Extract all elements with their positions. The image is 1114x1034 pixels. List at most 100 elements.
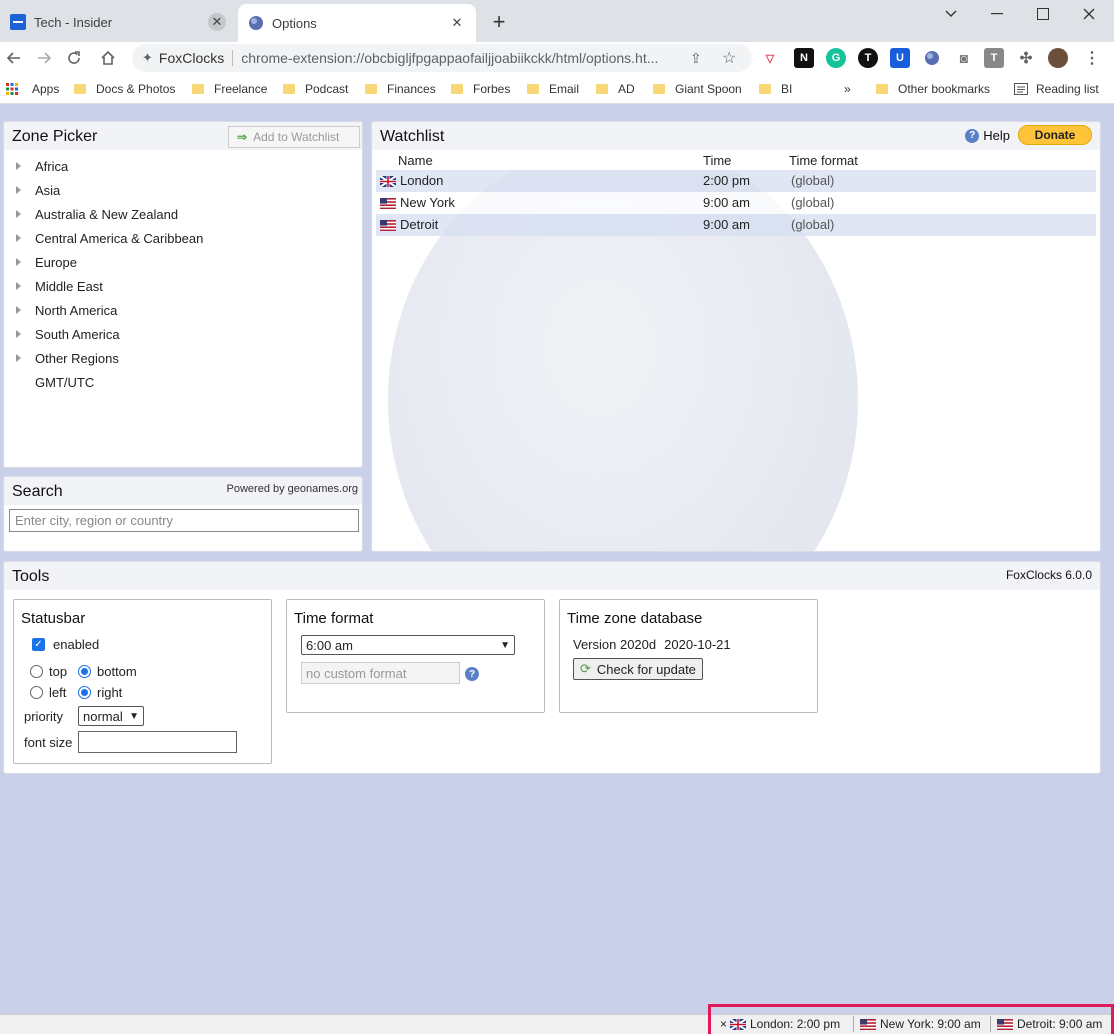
region-item[interactable]: Asia (16, 178, 203, 202)
position-top-radio[interactable]: top (30, 664, 67, 679)
bookmark-folder-freelance[interactable]: Freelance (192, 80, 267, 98)
folder-icon (283, 84, 295, 94)
region-item[interactable]: Africa (16, 154, 203, 178)
bookmark-apps[interactable]: Apps (6, 80, 59, 98)
watchlist-row[interactable]: London 2:00 pm (global) (376, 170, 1096, 192)
radio-button[interactable] (30, 686, 43, 699)
bookmark-star-icon[interactable]: ☆ (722, 48, 736, 68)
address-bar[interactable]: ✦ FoxClocks chrome-extension://obcbigljf… (132, 44, 752, 72)
bookmarks-overflow-icon[interactable]: » (844, 80, 851, 98)
font-size-input[interactable] (78, 731, 237, 753)
position-bottom-radio[interactable]: bottom (78, 664, 137, 679)
us-flag-icon (860, 1018, 876, 1030)
notion-icon[interactable]: N (794, 48, 814, 68)
forward-icon[interactable] (32, 46, 56, 70)
t-extension-icon[interactable]: T (858, 48, 878, 68)
help-link[interactable]: ? Help (965, 128, 1010, 143)
statusbar-clock-detroit[interactable]: Detroit: 9:00 am (997, 1016, 1102, 1032)
bookmark-folder-docs[interactable]: Docs & Photos (74, 80, 175, 98)
profile-avatar[interactable] (1048, 48, 1068, 68)
bookmark-folder-email[interactable]: Email (527, 80, 579, 98)
expand-arrow-icon[interactable] (16, 234, 21, 242)
expand-arrow-icon[interactable] (16, 282, 21, 290)
statusbar-close-icon[interactable]: × (720, 1016, 727, 1032)
tz-database-settings: Time zone database Version 2020d 2020-10… (559, 599, 818, 713)
bookmark-folder-podcast[interactable]: Podcast (283, 80, 348, 98)
maximize-icon[interactable] (1020, 0, 1066, 28)
tab-options[interactable]: Options ✕ (238, 4, 476, 42)
pocket-icon[interactable]: ▽ (760, 48, 780, 68)
folder-icon (653, 84, 665, 94)
refresh-icon: ⟳ (580, 661, 591, 676)
bookmark-folder-ad[interactable]: AD (596, 80, 635, 98)
url-text: chrome-extension://obcbigljfpgappaofailj… (241, 50, 659, 66)
radio-button-selected[interactable] (78, 665, 91, 678)
statusbar-clock-london[interactable]: London: 2:00 pm (730, 1016, 840, 1032)
foxclocks-icon[interactable] (922, 48, 942, 68)
column-header-name[interactable]: Name (398, 153, 433, 168)
custom-format-input[interactable]: no custom format (301, 662, 460, 684)
enabled-checkbox[interactable]: ✓ enabled (32, 637, 99, 652)
region-item[interactable]: Other Regions (16, 346, 203, 370)
checkmark-icon[interactable]: ✓ (32, 638, 45, 651)
region-item[interactable]: South America (16, 322, 203, 346)
time-format-select[interactable]: 6:00 am ▼ (301, 635, 515, 655)
close-window-icon[interactable] (1066, 0, 1112, 28)
region-item[interactable]: Europe (16, 250, 203, 274)
back-icon[interactable] (2, 46, 26, 70)
expand-arrow-icon[interactable] (16, 210, 21, 218)
expand-arrow-icon[interactable] (16, 162, 21, 170)
apps-grid-icon (6, 83, 18, 95)
powered-by-link[interactable]: Powered by geonames.org (227, 483, 358, 495)
add-to-watchlist-button[interactable]: ⇒ Add to Watchlist (228, 126, 360, 148)
column-header-time[interactable]: Time (703, 153, 731, 168)
expand-arrow-icon[interactable] (16, 258, 21, 266)
grammarly-icon[interactable]: G (826, 48, 846, 68)
share-icon[interactable]: ⇪ (690, 50, 702, 67)
donate-button[interactable]: Donate (1018, 125, 1092, 145)
region-item[interactable]: Middle East (16, 274, 203, 298)
other-bookmarks[interactable]: Other bookmarks (876, 80, 990, 98)
priority-select[interactable]: normal ▼ (78, 706, 144, 726)
camera-icon[interactable]: ◙ (954, 48, 974, 68)
position-right-radio[interactable]: right (78, 685, 122, 700)
close-tab-icon[interactable]: ✕ (448, 14, 466, 32)
close-tab-icon[interactable]: ✕ (208, 13, 226, 31)
region-item[interactable]: Central America & Caribbean (16, 226, 203, 250)
folder-icon (365, 84, 377, 94)
extensions-puzzle-icon[interactable]: ✣ (1016, 48, 1036, 68)
radio-button[interactable] (30, 665, 43, 678)
bookmark-folder-forbes[interactable]: Forbes (451, 80, 510, 98)
region-item[interactable]: Australia & New Zealand (16, 202, 203, 226)
reading-list[interactable]: Reading list (1014, 80, 1099, 98)
watchlist-row[interactable]: New York 9:00 am (global) (376, 192, 1096, 214)
expand-arrow-icon[interactable] (16, 306, 21, 314)
region-item-gmt[interactable]: GMT/UTC (16, 370, 203, 394)
expand-arrow-icon[interactable] (16, 186, 21, 194)
watchlist-row[interactable]: Detroit 9:00 am (global) (376, 214, 1096, 236)
tab-tech-insider[interactable]: Tech - Insider ✕ (0, 6, 236, 38)
help-icon[interactable]: ? (465, 667, 479, 681)
folder-icon (876, 84, 888, 94)
expand-arrow-icon[interactable] (16, 354, 21, 362)
bookmark-folder-bi[interactable]: BI (759, 80, 792, 98)
tab-search-icon[interactable] (928, 0, 974, 28)
expand-arrow-icon[interactable] (16, 330, 21, 338)
statusbar-clock-new-york[interactable]: New York: 9:00 am (860, 1016, 981, 1032)
check-for-update-button[interactable]: ⟳ Check for update (573, 658, 703, 680)
bitwarden-icon[interactable]: U (890, 48, 910, 68)
bookmark-folder-finances[interactable]: Finances (365, 80, 436, 98)
new-tab-button[interactable]: + (486, 10, 512, 36)
reload-icon[interactable] (62, 46, 86, 70)
minimize-icon[interactable] (974, 0, 1020, 28)
chrome-menu-icon[interactable]: ⋮ (1082, 48, 1102, 68)
search-input[interactable] (9, 509, 359, 532)
column-header-format[interactable]: Time format (789, 153, 858, 168)
t-gray-extension-icon[interactable]: T (984, 48, 1004, 68)
home-icon[interactable] (96, 46, 120, 70)
search-panel: Search Powered by geonames.org (3, 476, 363, 552)
region-item[interactable]: North America (16, 298, 203, 322)
bookmark-folder-giant-spoon[interactable]: Giant Spoon (653, 80, 742, 98)
radio-button-selected[interactable] (78, 686, 91, 699)
position-left-radio[interactable]: left (30, 685, 66, 700)
